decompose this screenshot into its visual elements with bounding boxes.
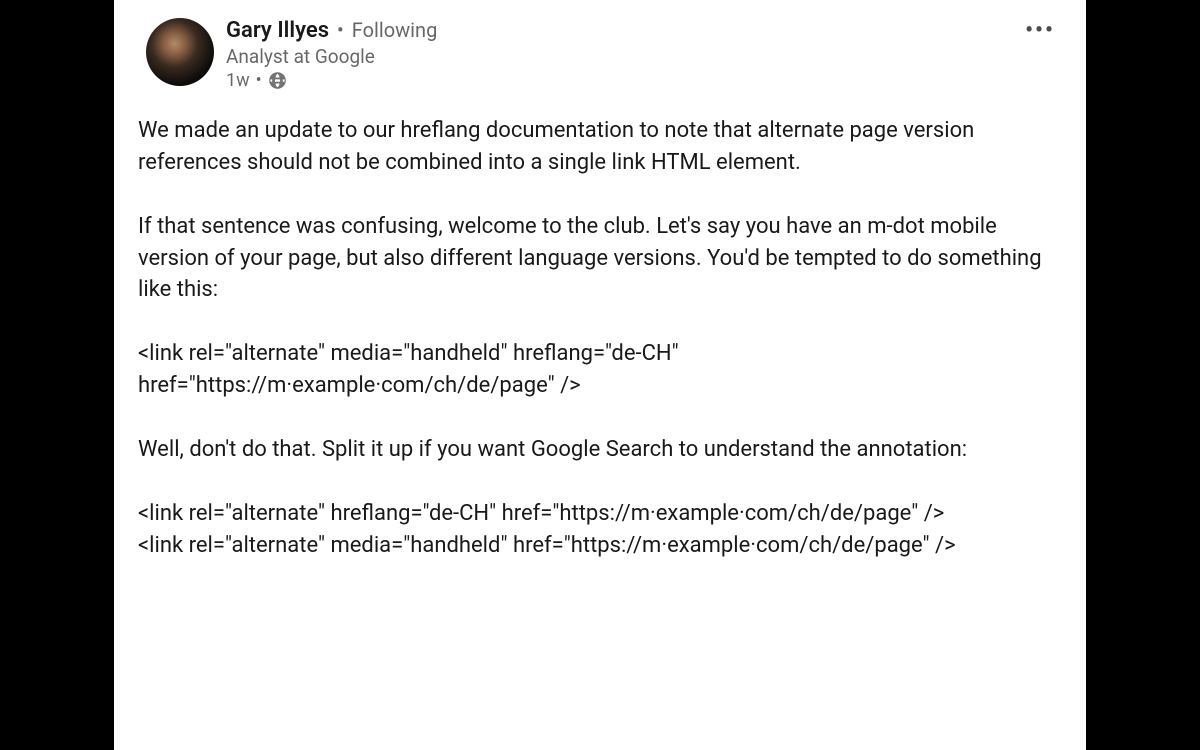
author-name[interactable]: Gary Illyes xyxy=(226,18,329,43)
post-body: We made an update to our hreflang docume… xyxy=(138,115,1062,561)
separator: • xyxy=(256,70,262,91)
post-card: ••• Gary Illyes • Following Analyst at G… xyxy=(114,0,1086,750)
post-header: Gary Illyes • Following Analyst at Googl… xyxy=(146,16,1062,91)
globe-icon xyxy=(268,71,287,90)
avatar[interactable] xyxy=(146,18,214,86)
post-meta-line: 1w • xyxy=(226,70,1062,91)
author-line: Gary Illyes • Following xyxy=(226,18,1062,43)
separator: • xyxy=(337,18,344,42)
more-options-button[interactable]: ••• xyxy=(1022,18,1058,42)
post-age: 1w xyxy=(226,70,250,91)
more-icon: ••• xyxy=(1025,18,1055,43)
author-title: Analyst at Google xyxy=(226,45,1062,68)
header-text: Gary Illyes • Following Analyst at Googl… xyxy=(226,16,1062,91)
follow-status[interactable]: Following xyxy=(352,18,438,42)
